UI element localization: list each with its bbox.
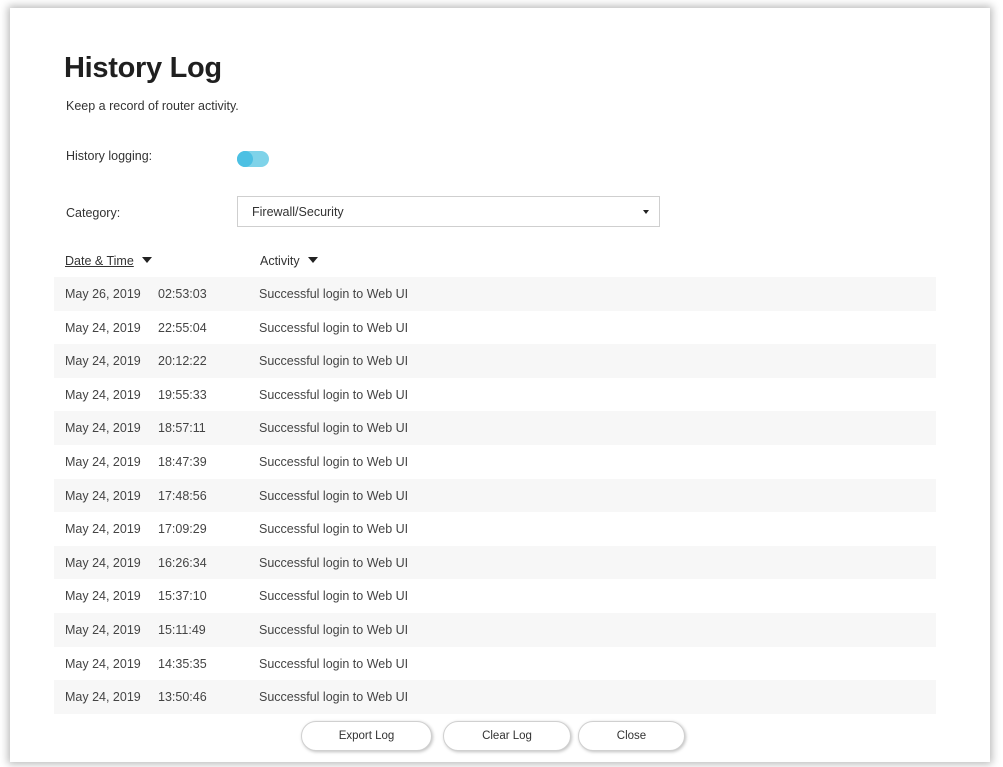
log-date: May 24, 2019 [65, 320, 141, 335]
table-row: May 24, 2019 22:55:04 Successful login to … [54, 311, 936, 345]
toggle-knob [237, 151, 253, 167]
log-date: May 26, 2019 [65, 287, 141, 301]
log-time: 17:09:29 [158, 522, 207, 537]
log-activity: Successful login to Web UI [259, 354, 409, 369]
table-row: May 24, 2019 17:48:56 Successful login to … [54, 478, 936, 513]
log-activity: Successful login to Web UI [259, 622, 409, 637]
sort-caret-down-icon [141, 257, 152, 263]
log-date: May 24, 2019 [65, 589, 141, 604]
table-row: May 24, 2019 17:09:29 Successful login to … [54, 512, 936, 546]
export-log-button[interactable]: Export Log [301, 721, 432, 751]
log-time: 19:55:33 [158, 387, 207, 402]
column-header-label: Date & Time [65, 254, 134, 268]
sort-caret-down-icon [307, 257, 318, 263]
history-logging-label: History logging: [66, 149, 153, 163]
log-activity: Successful login to Web UI [259, 656, 409, 671]
log-time: 14:35:35 [158, 656, 207, 671]
log-date: May 24, 2019 [65, 622, 141, 637]
log-date: May 24, 2019 [65, 421, 141, 436]
table-row: May 24, 2019 18:47:39 Successful login to … [54, 445, 936, 479]
category-selected-value: Firewall/Security [252, 205, 344, 219]
log-time: 20:12:22 [158, 354, 207, 369]
close-button[interactable]: Close [578, 721, 685, 751]
log-time: 15:11:49 [158, 622, 206, 637]
column-header-activity[interactable]: Activity [260, 254, 318, 268]
log-activity: Successful login to Web UI [259, 387, 409, 402]
history-logging-toggle[interactable] [237, 151, 269, 167]
log-date: May 24, 2019 [65, 488, 141, 503]
table-row: May 24, 2019 19:55:33 Successful login to … [54, 378, 936, 412]
column-header-label: Activity [260, 254, 300, 268]
log-activity: Successful login to Web UI [259, 589, 409, 604]
log-time: 18:47:39 [158, 454, 207, 469]
log-time: 16:26:34 [158, 555, 207, 570]
page-subtitle: Keep a record of router activity. [66, 99, 239, 113]
log-date: May 24, 2019 [65, 690, 141, 705]
log-date: May 24, 2019 [65, 454, 141, 469]
log-time: 17:48:56 [158, 488, 207, 503]
category-label: Category: [66, 206, 121, 220]
log-activity: Successful login to Web UI [259, 454, 409, 469]
table-row: May 24, 2019 13:50:46 Successful login to … [54, 680, 936, 714]
table-row: May 24, 2019 18:57:11 Successful login to … [54, 411, 936, 445]
table-row: May 24, 2019 15:11:49 Successful login to … [54, 612, 936, 647]
clear-log-button[interactable]: Clear Log [443, 721, 571, 751]
log-date: May 24, 2019 [65, 354, 141, 369]
table-row: May 26, 2019 02:53:03 Successful login to … [54, 277, 936, 311]
log-activity: Successful login to Web UI [259, 421, 409, 436]
page-title: History Log [64, 52, 222, 84]
table-row: May 24, 2019 16:26:34 Successful login to … [54, 545, 936, 580]
table-row: May 24, 2019 20:12:22 Successful login to … [54, 344, 936, 378]
log-time: 15:37:10 [158, 589, 207, 604]
log-time: 18:57:11 [158, 421, 206, 436]
log-activity: Successful login to Web UI [259, 320, 409, 335]
log-date: May 24, 2019 [65, 555, 141, 570]
log-activity: Successful login to Web UI [259, 488, 409, 503]
log-activity: Successful login to Web UI [259, 555, 409, 570]
log-activity: Successful login to Web UI [259, 287, 409, 301]
log-table-body: May 26, 2019 02:53:03 Successful login to … [54, 277, 936, 714]
table-row: May 24, 2019 15:37:10 Successful login to … [54, 579, 936, 613]
caret-down-icon [643, 210, 649, 214]
history-log-dialog: History Log Keep a record of router acti… [10, 8, 990, 762]
log-date: May 24, 2019 [65, 522, 141, 537]
log-time: 02:53:03 [158, 287, 207, 301]
log-activity: Successful login to Web UI [259, 522, 409, 537]
table-row: May 24, 2019 14:35:35 Successful login to … [54, 647, 936, 681]
column-header-date-time[interactable]: Date & Time [65, 254, 152, 268]
category-select[interactable]: Firewall/Security [237, 196, 660, 227]
log-activity: Successful login to Web UI [259, 690, 409, 705]
log-date: May 24, 2019 [65, 387, 141, 402]
log-date: May 24, 2019 [65, 656, 141, 671]
log-time: 13:50:46 [158, 690, 207, 705]
log-time: 22:55:04 [158, 320, 207, 335]
